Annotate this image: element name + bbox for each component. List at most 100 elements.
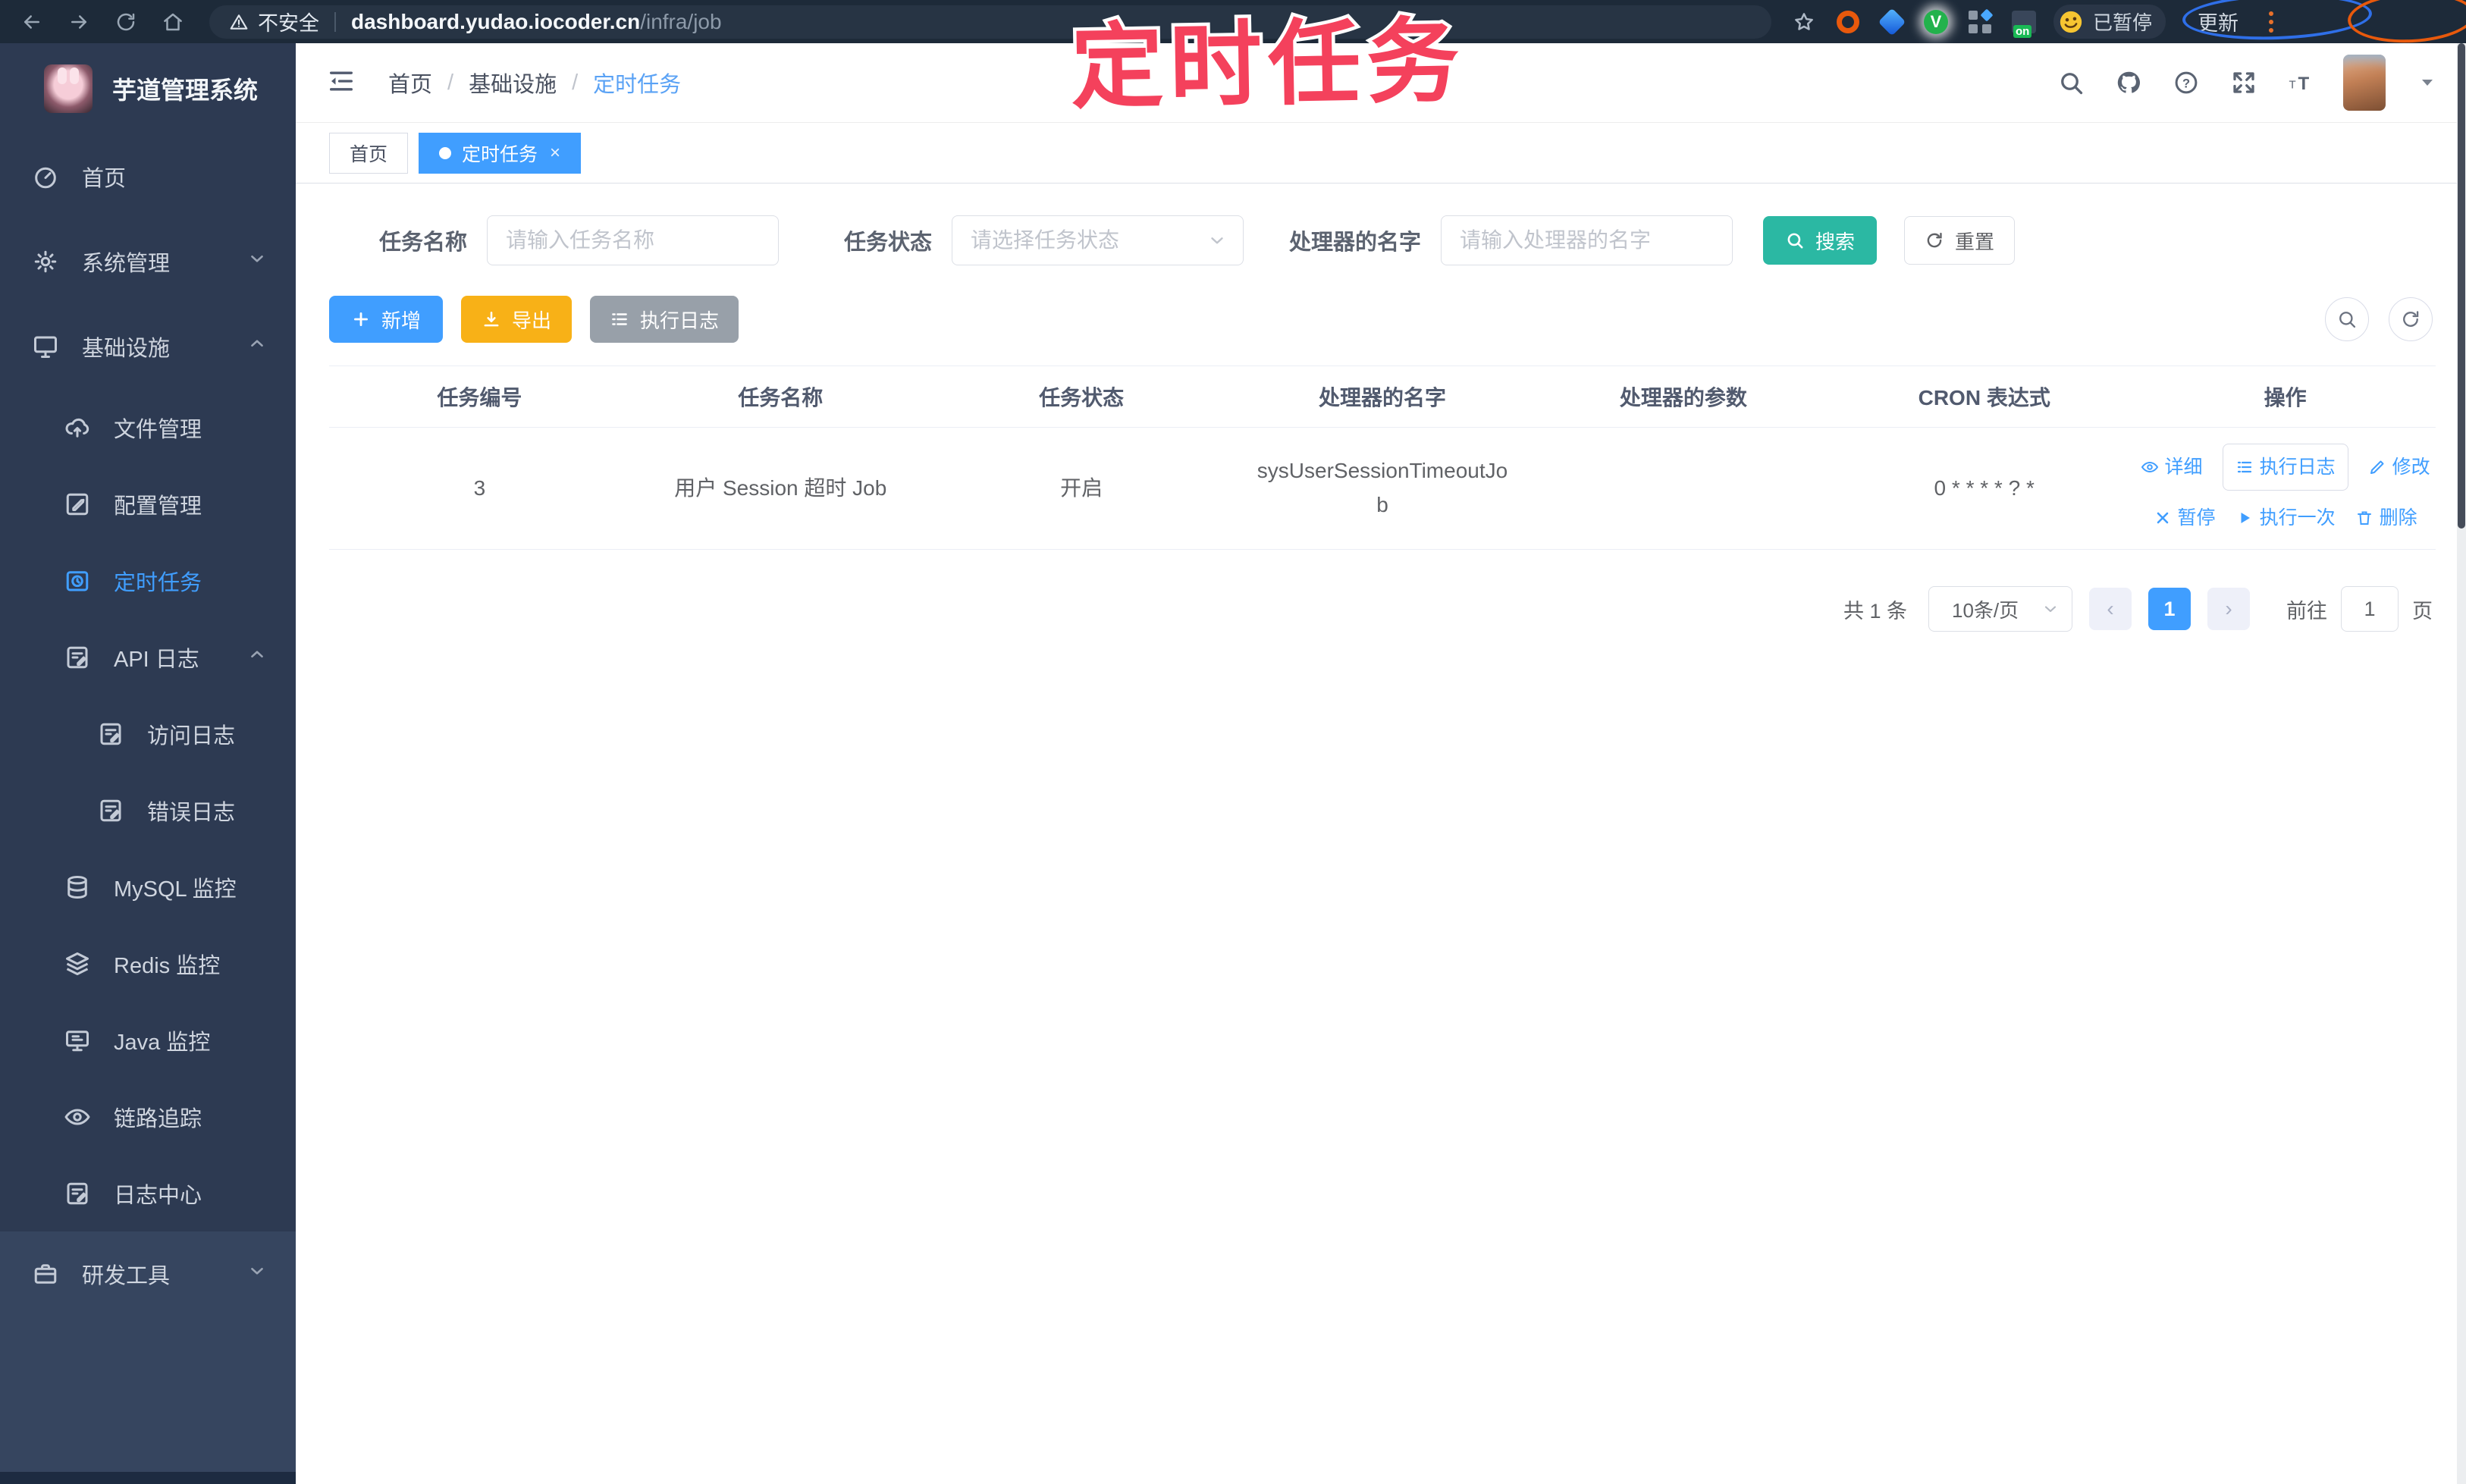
tab-job[interactable]: 定时任务 × (419, 132, 582, 174)
tag-views-bar: 首页 定时任务 × (296, 123, 2466, 184)
svg-text:?: ? (2182, 77, 2190, 90)
tab-home[interactable]: 首页 (329, 132, 409, 174)
browser-back-icon[interactable] (17, 7, 47, 37)
task-name-input[interactable] (487, 215, 780, 265)
pause-link[interactable]: 暂停 (2154, 503, 2216, 533)
close-icon[interactable]: × (550, 143, 560, 164)
sidebar-item-java[interactable]: Java 监控 (0, 1002, 296, 1078)
edit-link[interactable]: 修改 (2368, 452, 2430, 482)
task-status-select[interactable] (952, 215, 1244, 265)
delete-link[interactable]: 删除 (2355, 503, 2417, 533)
sidebar-item-label: 日志中心 (114, 1183, 202, 1208)
breadcrumb: 首页 / 基础设施 / 定时任务 (388, 67, 681, 99)
gear-icon (32, 248, 59, 275)
add-button-label: 新增 (381, 309, 421, 332)
job-table: 任务编号 任务名称 任务状态 处理器的名字 处理器的参数 CRON 表达式 操作… (329, 366, 2436, 550)
sidebar-collapse-icon[interactable] (326, 66, 359, 99)
cell-handler-name: sysUserSessionTimeoutJob (1257, 459, 1508, 516)
annotation-title: 定时任务 (1067, 6, 1470, 123)
add-button[interactable]: 新增 (329, 296, 443, 343)
task-status-select-input[interactable] (952, 215, 1244, 265)
cell-cron: 0 * * * * ? * (1934, 475, 2035, 500)
sidebar-item-devtools[interactable]: 研发工具 (0, 1231, 296, 1316)
goto-page-input[interactable] (2341, 586, 2399, 632)
sidebar-item-system[interactable]: 系统管理 (0, 219, 296, 304)
extension-green-icon[interactable]: V (1922, 8, 1950, 36)
address-bar[interactable]: 不安全 dashboard.yudao.iocoder.cn/infra/job (209, 5, 1771, 39)
page-size-select[interactable]: 10条/页 (1928, 586, 2072, 632)
sidebar-item-infra[interactable]: 基础设施 (0, 304, 296, 389)
timer-icon (64, 567, 91, 595)
sidebar-item-file[interactable]: 文件管理 (0, 389, 296, 466)
refresh-button[interactable] (2389, 297, 2433, 341)
sidebar-item-label: 访问日志 (147, 723, 236, 748)
sidebar-item-access-log[interactable]: 访问日志 (0, 695, 296, 772)
export-button[interactable]: 导出 (461, 296, 572, 343)
chevron-down-icon (247, 249, 267, 275)
col-task-id: 任务编号 (437, 386, 522, 409)
log-edit-icon (64, 1180, 91, 1207)
extension-grid-icon[interactable] (1966, 8, 1994, 36)
annotation-orange-ellipse (2346, 0, 2466, 46)
fullscreen-icon[interactable] (2228, 67, 2260, 99)
bookmark-star-icon[interactable] (1790, 8, 1818, 36)
page-1-button[interactable]: 1 (2148, 588, 2191, 630)
sidebar-item-label: 配置管理 (114, 494, 202, 519)
detail-link[interactable]: 详细 (2141, 452, 2203, 482)
sidebar-item-label: 基础设施 (82, 337, 171, 361)
handler-name-input[interactable] (1441, 215, 1733, 265)
url-path: /infra/job (640, 9, 722, 33)
col-cron: CRON 表达式 (1918, 386, 2050, 409)
breadcrumb-infra[interactable]: 基础设施 (469, 67, 557, 99)
browser-forward-icon[interactable] (64, 7, 94, 37)
sidebar: 芋道管理系统 首页 系统管理 基础设施 文件管理 配置管理 定时任务 API 日… (0, 43, 296, 1484)
reset-button[interactable]: 重置 (1904, 216, 2016, 265)
exec-log-button[interactable]: 执行日志 (590, 296, 739, 343)
sidebar-item-error-log[interactable]: 错误日志 (0, 772, 296, 849)
scrollbar-thumb[interactable] (2458, 43, 2465, 529)
search-icon[interactable] (2055, 67, 2087, 99)
sidebar-item-label: 错误日志 (147, 800, 236, 825)
user-avatar[interactable] (2343, 55, 2386, 111)
extension-paused-chip[interactable]: 已暂停 (2053, 5, 2166, 39)
search-button-label: 搜索 (1815, 230, 1856, 253)
sidebar-logo-row[interactable]: 芋道管理系统 (0, 43, 296, 134)
browser-home-icon[interactable] (158, 7, 188, 37)
hide-search-button[interactable] (2325, 297, 2369, 341)
cell-task-status: 开启 (1060, 475, 1103, 500)
tab-label: 首页 (350, 143, 388, 165)
page-scrollbar[interactable] (2457, 43, 2466, 1484)
sidebar-item-log-center[interactable]: 日志中心 (0, 1155, 296, 1231)
github-icon[interactable] (2113, 67, 2144, 99)
breadcrumb-home[interactable]: 首页 (388, 67, 432, 99)
help-icon[interactable]: ? (2170, 67, 2202, 99)
col-handler-params: 处理器的参数 (1619, 386, 1747, 409)
chevron-down-icon (247, 1261, 267, 1287)
sidebar-item-job[interactable]: 定时任务 (0, 542, 296, 619)
sidebar-item-label: MySQL 监控 (114, 877, 237, 902)
search-button[interactable]: 搜索 (1763, 216, 1878, 265)
extension-blue-icon[interactable] (1878, 8, 1906, 36)
prev-page-button[interactable]: ‹ (2089, 588, 2132, 630)
sidebar-item-trace[interactable]: 链路追踪 (0, 1078, 296, 1155)
security-label: 不安全 (258, 12, 319, 35)
sidebar-item-mysql[interactable]: MySQL 监控 (0, 849, 296, 925)
exec-log-link[interactable]: 执行日志 (2222, 444, 2348, 491)
sidebar-item-config[interactable]: 配置管理 (0, 466, 296, 542)
sidebar-item-api-log[interactable]: API 日志 (0, 619, 296, 695)
sidebar-item-home[interactable]: 首页 (0, 134, 296, 219)
avatar-caret-icon[interactable] (2411, 67, 2443, 99)
next-page-button[interactable]: › (2207, 588, 2250, 630)
eye-icon (64, 1103, 91, 1131)
browser-reload-icon[interactable] (111, 7, 141, 37)
page-content: 任务名称 任务状态 处理器的名字 搜索 重置 (296, 184, 2466, 1484)
font-size-icon[interactable]: TT (2286, 67, 2317, 99)
monitor-icon (32, 333, 59, 360)
log-edit-icon (64, 644, 91, 671)
extension-on-icon[interactable]: on (2010, 8, 2038, 38)
extension-orange-icon[interactable] (1834, 8, 1862, 36)
sidebar-item-redis[interactable]: Redis 监控 (0, 925, 296, 1002)
run-once-link[interactable]: 执行一次 (2235, 503, 2336, 533)
chevron-up-icon (247, 645, 267, 670)
sidebar-item-label: 研发工具 (82, 1264, 171, 1288)
